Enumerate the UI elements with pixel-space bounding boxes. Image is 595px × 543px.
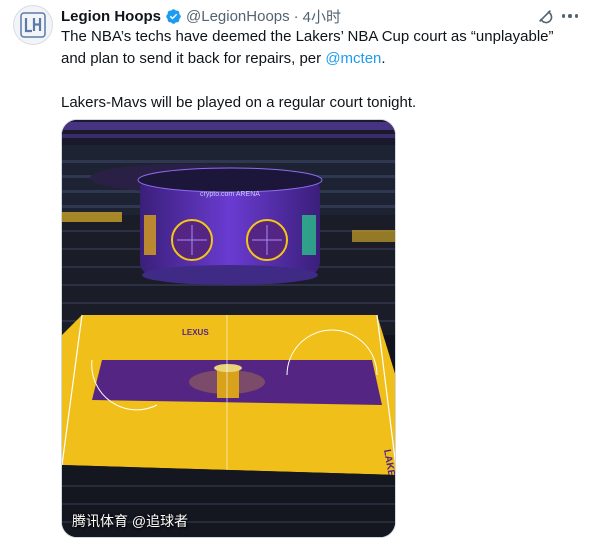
- watermark-text: 腾讯体育 @追球者: [72, 513, 189, 529]
- scoreboard-text: crypto.com ARENA: [200, 191, 260, 198]
- basketball-court: LEXUS LAKERS: [62, 314, 395, 491]
- tweet-text-part: The NBA’s techs have deemed the Lakers’ …: [61, 28, 554, 67]
- more-icon[interactable]: [562, 14, 578, 18]
- mention-link[interactable]: @mcten: [325, 50, 381, 67]
- legion-hoops-logo-icon: [20, 12, 46, 38]
- tweet-photo[interactable]: crypto.com ARENA LEXUS LAKERS 腾讯体育 @追球者: [61, 119, 396, 538]
- timestamp[interactable]: 4小时: [303, 6, 341, 27]
- tweet-paragraph-2: Lakers-Mavs will be played on a regular …: [61, 94, 417, 111]
- grok-icon[interactable]: [536, 7, 554, 25]
- author-handle[interactable]: @LegionHoops: [186, 8, 290, 25]
- court-sponsor-text: LEXUS: [182, 328, 209, 337]
- separator: ·: [293, 7, 299, 25]
- verified-badge-icon: [165, 8, 182, 25]
- tweet-paragraph-1: The NBA’s techs have deemed the Lakers’ …: [61, 26, 581, 70]
- tweet-text-part: .: [381, 50, 386, 67]
- avatar[interactable]: [13, 5, 53, 45]
- tweet-header: Legion Hoops @LegionHoops · 4小时: [61, 6, 341, 26]
- author-name[interactable]: Legion Hoops: [61, 8, 161, 25]
- arena-court-image: crypto.com ARENA LEXUS LAKERS: [62, 120, 395, 537]
- tweet-text: The NBA’s techs have deemed the Lakers’ …: [61, 26, 581, 114]
